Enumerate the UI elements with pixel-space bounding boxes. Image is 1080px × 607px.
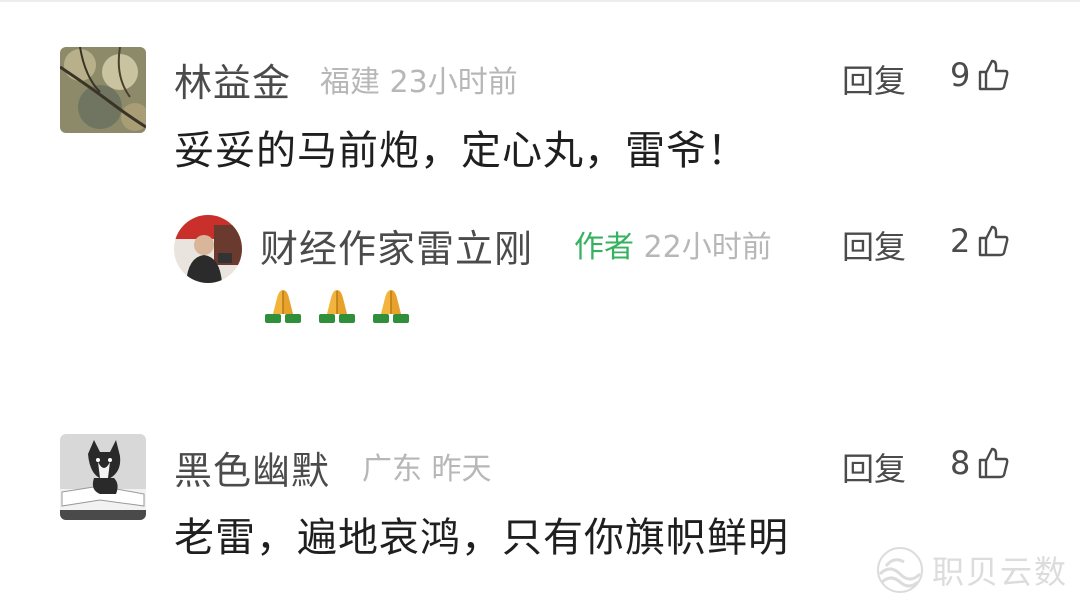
comment-author[interactable]: 黑色幽默 — [174, 440, 330, 495]
avatar[interactable] — [60, 434, 146, 520]
avatar[interactable] — [174, 215, 242, 283]
comment-author[interactable]: 林益金 — [174, 52, 291, 107]
like-count: 2 — [950, 222, 971, 260]
reply-time: 22小时前 — [643, 230, 772, 265]
like-count: 9 — [950, 56, 971, 94]
comment-meta: 广东 昨天 — [362, 444, 492, 488]
reply-author[interactable]: 财经作家雷立刚 — [260, 218, 533, 273]
thumbs-up-icon — [976, 224, 1010, 258]
comment-location: 福建 — [320, 65, 380, 100]
comment-text: 妥妥的马前炮，定心丸，雷爷！ — [174, 128, 748, 174]
like-button[interactable]: 2 — [950, 222, 1010, 260]
reply-button[interactable]: 回复 — [842, 222, 906, 268]
folded-hands-icon — [262, 284, 304, 326]
like-count: 8 — [950, 444, 971, 482]
wave-logo-icon — [874, 544, 926, 596]
thumbs-up-icon — [976, 58, 1010, 92]
author-badge: 作者 — [574, 230, 634, 265]
reply-meta: 作者 22小时前 — [574, 222, 772, 266]
watermark-text: 职贝云数 — [932, 553, 1069, 591]
thumbs-up-icon — [976, 446, 1010, 480]
comment-meta: 福建 23小时前 — [320, 57, 518, 101]
comment-time: 昨天 — [431, 452, 492, 487]
folded-hands-icon — [370, 284, 412, 326]
reply-emojis — [262, 284, 412, 326]
comment-time: 23小时前 — [389, 65, 518, 100]
reply-button[interactable]: 回复 — [842, 56, 906, 102]
folded-hands-icon — [316, 284, 358, 326]
avatar[interactable] — [60, 47, 146, 133]
comment-location: 广东 — [362, 452, 422, 487]
watermark: 职贝云数 — [874, 544, 1068, 596]
like-button[interactable]: 9 — [950, 56, 1010, 94]
comment-text: 老雷，遍地哀鸿，只有你旗帜鲜明 — [174, 515, 789, 561]
reply-button[interactable]: 回复 — [842, 444, 906, 490]
like-button[interactable]: 8 — [950, 444, 1010, 482]
top-divider — [0, 0, 1080, 2]
